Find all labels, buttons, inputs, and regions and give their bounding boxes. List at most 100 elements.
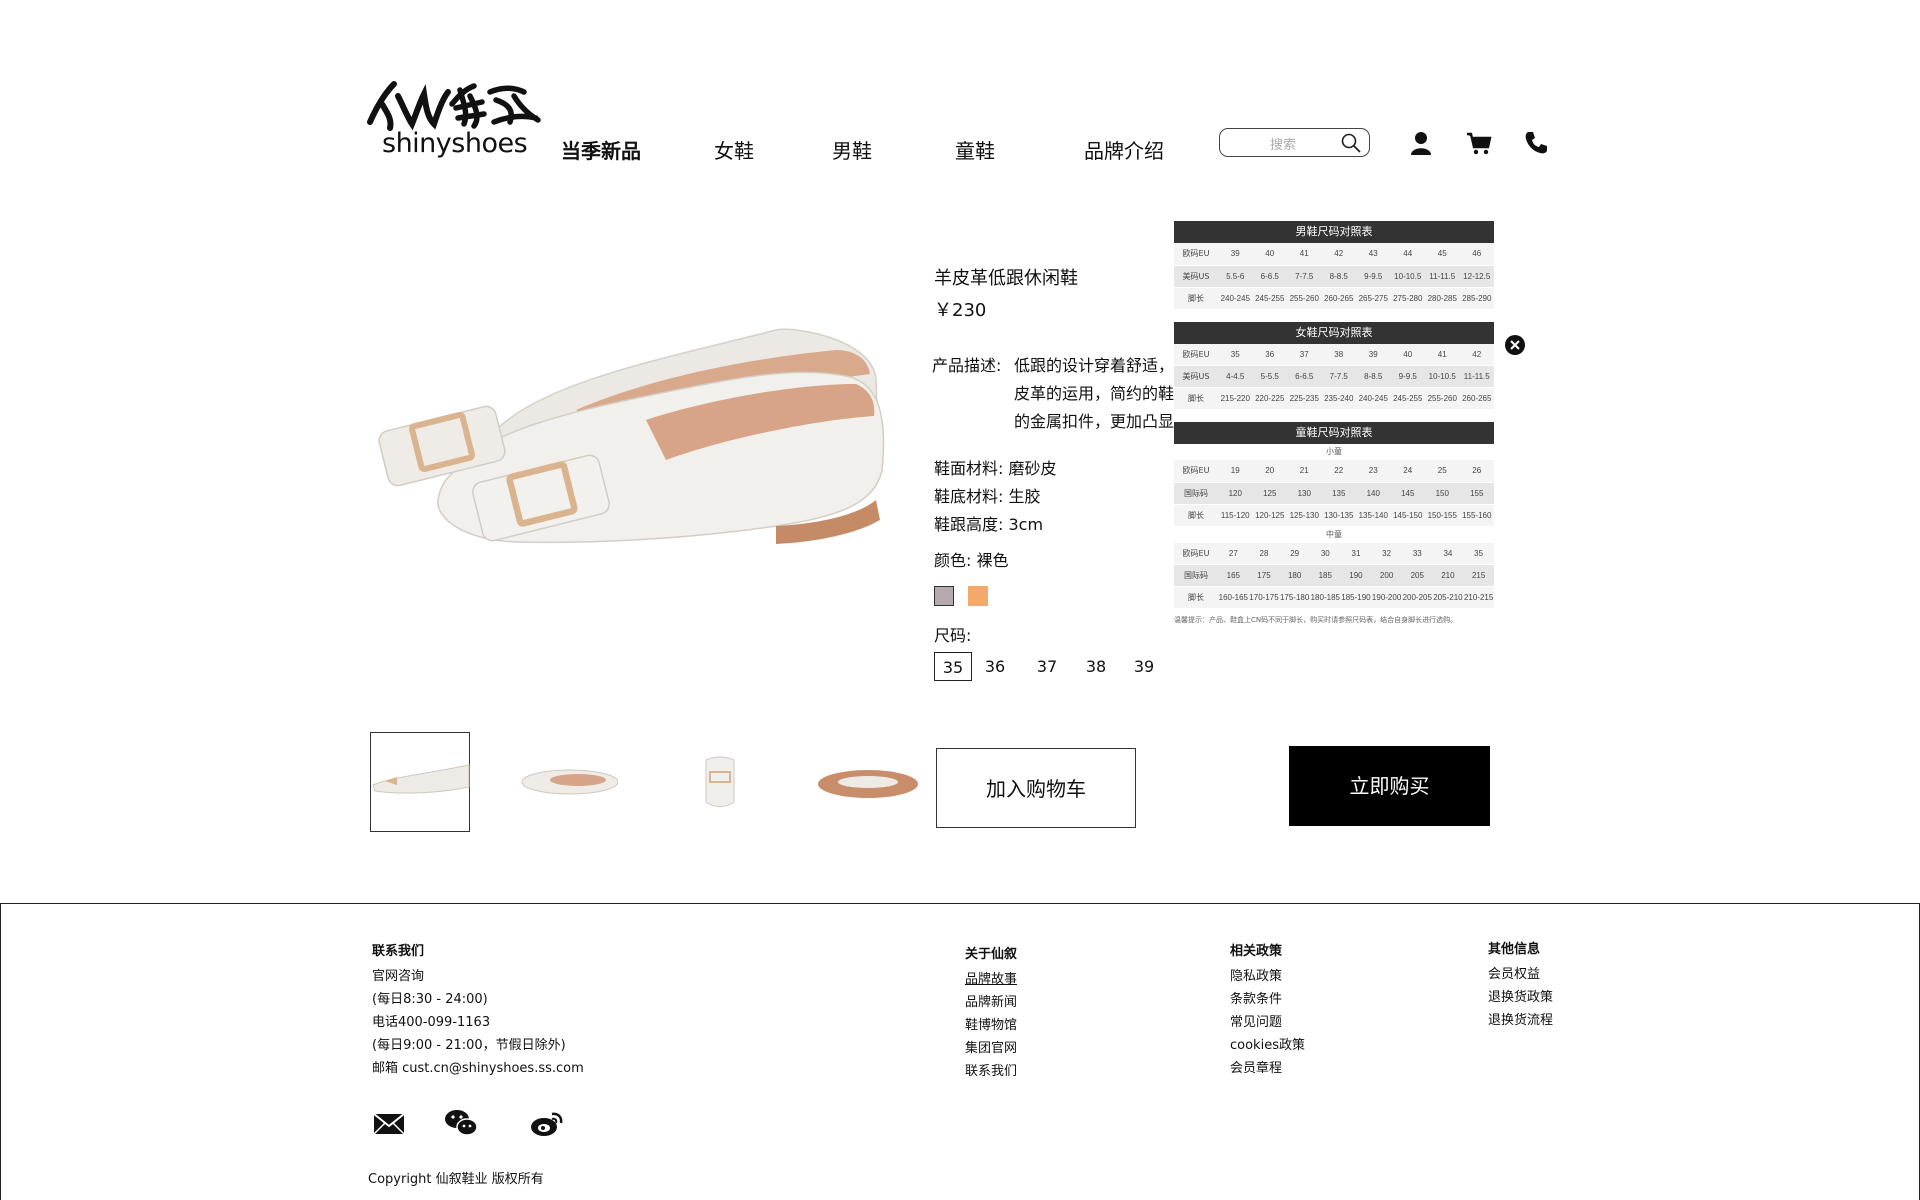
footer-link-brand-news[interactable]: 品牌新闻	[965, 991, 1017, 1014]
table-cell: 155-160	[1459, 504, 1494, 527]
size-option-35[interactable]: 35	[934, 652, 972, 681]
row-header: 脚长	[1174, 387, 1218, 410]
weibo-icon[interactable]	[530, 1108, 564, 1138]
table-cell: 25	[1425, 460, 1460, 483]
table-cell: 200	[1371, 564, 1402, 587]
table-cell: 130-135	[1321, 504, 1356, 527]
footer-contact-line: 官网咨询	[372, 969, 425, 984]
table-row: 国际码 120 125 130 135 140 145 150 155	[1174, 482, 1494, 505]
buy-now-button[interactable]: 立即购买	[1289, 746, 1490, 826]
nav-kids[interactable]: 童鞋	[955, 135, 995, 164]
footer-link-member-benefits[interactable]: 会员权益	[1488, 963, 1553, 986]
thumbnail-image	[705, 756, 735, 807]
table-cell: 150	[1425, 482, 1460, 505]
close-icon[interactable]	[1504, 334, 1526, 356]
table-cell: 135	[1321, 482, 1356, 505]
footer-contact: 联系我们 官网咨询 (每日8:30 - 24:00) 电话400-099-116…	[372, 940, 584, 1080]
wechat-icon[interactable]	[444, 1108, 478, 1138]
footer-link-return-policy[interactable]: 退换货政策	[1488, 986, 1553, 1009]
footer-other-title: 其他信息	[1488, 942, 1541, 957]
table-cell: 26	[1459, 460, 1494, 483]
table-cell: 225-235	[1287, 387, 1322, 410]
description-line: 皮革的运用，简约的鞋	[1014, 384, 1174, 403]
table-cell: 41	[1287, 243, 1322, 266]
table-row: 美码US 5.5-6 6-6.5 7-7.5 8-8.5 9-9.5 10-10.5 11-1…	[1174, 265, 1494, 288]
size-option-36[interactable]: 36	[982, 652, 1008, 681]
table-cell: 41	[1425, 343, 1460, 366]
table-cell: 260-265	[1459, 387, 1494, 410]
row-header: 国际码	[1174, 564, 1218, 587]
table-cell: 19	[1218, 460, 1253, 483]
table-cell: 40	[1390, 343, 1425, 366]
footer-link-contact-us[interactable]: 联系我们	[965, 1060, 1017, 1083]
thumbnail-front-view[interactable]	[670, 732, 770, 832]
table-cell: 35	[1218, 343, 1253, 366]
nav-women[interactable]: 女鞋	[714, 135, 754, 164]
table-cell: 42	[1321, 243, 1356, 266]
table-cell: 205-210	[1432, 586, 1464, 609]
row-header: 国际码	[1174, 482, 1218, 505]
nav-brand-intro[interactable]: 品牌介绍	[1084, 135, 1164, 164]
table-row: 国际码 165 175 180 185 190 200 205 210 215	[1174, 564, 1494, 587]
footer-link-cookies[interactable]: cookies政策	[1230, 1034, 1305, 1057]
heel-height: 鞋跟高度: 3cm	[934, 515, 1044, 534]
table-cell: 185-190	[1340, 586, 1372, 609]
table-cell: 210-215	[1463, 586, 1494, 609]
size-option-37[interactable]: 37	[1034, 652, 1060, 681]
footer-link-privacy[interactable]: 隐私政策	[1230, 965, 1305, 988]
nav-new-arrivals[interactable]: 当季新品	[561, 135, 641, 164]
footer-link-brand-story[interactable]: 品牌故事	[965, 968, 1017, 991]
table-cell: 175-180	[1279, 586, 1310, 609]
nav-men[interactable]: 男鞋	[832, 135, 872, 164]
table-cell: 10-10.5	[1390, 265, 1425, 288]
table-cell: 39	[1218, 243, 1253, 266]
footer-policy: 相关政策 隐私政策 条款条件 常见问题 cookies政策 会员章程	[1230, 940, 1305, 1080]
footer-policy-title: 相关政策	[1230, 944, 1283, 959]
upper-material: 鞋面材料: 磨砂皮	[934, 459, 1057, 478]
size-option-39[interactable]: 39	[1131, 652, 1157, 681]
table-cell: 40	[1252, 243, 1287, 266]
table-cell: 280-285	[1425, 287, 1460, 310]
product-main-image	[378, 328, 885, 544]
table-cell: 39	[1356, 343, 1391, 366]
table-cell: 9-9.5	[1390, 365, 1425, 388]
search-icon[interactable]	[1341, 133, 1361, 153]
table-cell: 10-10.5	[1425, 365, 1460, 388]
row-header: 欧码EU	[1174, 460, 1218, 483]
table-cell: 24	[1390, 460, 1425, 483]
table-cell: 260-265	[1321, 287, 1356, 310]
footer-link-terms[interactable]: 条款条件	[1230, 988, 1305, 1011]
table-row: 脚长 115-120 120-125 125-130 130-135 135-140 145…	[1174, 504, 1494, 527]
footer-link-membership-rules[interactable]: 会员章程	[1230, 1057, 1305, 1080]
footer-link-return-process[interactable]: 退换货流程	[1488, 1009, 1553, 1032]
sole-material: 鞋底材料: 生胶	[934, 487, 1041, 506]
thumbnail-top-view[interactable]	[518, 732, 619, 832]
footer-link-faq[interactable]: 常见问题	[1230, 1011, 1305, 1034]
footer-contact-line: (每日9:00 - 21:00，节假日除外)	[372, 1038, 566, 1053]
search-box[interactable]: 搜索	[1219, 128, 1370, 157]
table-cell: 28	[1248, 542, 1280, 565]
table-cell: 37	[1287, 343, 1322, 366]
table-row: 欧码EU 39 40 41 42 43 44 45 46	[1174, 243, 1494, 266]
phone-icon[interactable]	[1523, 130, 1549, 156]
kids-mid-label: 中童	[1326, 529, 1342, 539]
description-line: 的金属扣件，更加凸显	[1014, 412, 1174, 431]
table-cell: 155	[1459, 482, 1494, 505]
thumbnail-sole-view[interactable]	[818, 732, 918, 832]
row-header: 美码US	[1174, 365, 1218, 388]
cart-icon[interactable]	[1466, 130, 1492, 156]
user-icon[interactable]	[1408, 130, 1434, 156]
color-swatch-orange[interactable]	[968, 586, 988, 606]
brand-logo[interactable]: shinyshoes	[364, 74, 542, 160]
table-row: 欧码EU 27 28 29 30 31 32 33 34 35	[1174, 542, 1494, 565]
table-cell: 42	[1459, 343, 1494, 366]
footer-link-group-site[interactable]: 集团官网	[965, 1037, 1017, 1060]
footer-link-shoe-museum[interactable]: 鞋博物馆	[965, 1014, 1017, 1037]
size-option-38[interactable]: 38	[1083, 652, 1109, 681]
color-swatch-nude[interactable]	[934, 586, 954, 606]
size-chart-popup: 男鞋尺码对照表 欧码EU 39 40 41 42 43 44 45 46 美码US 5.5-6 6-…	[1174, 221, 1494, 625]
mail-icon[interactable]	[372, 1108, 406, 1138]
thumbnail-side-view[interactable]	[370, 732, 470, 832]
table-cell: 29	[1279, 542, 1310, 565]
add-to-cart-button[interactable]: 加入购物车	[936, 748, 1136, 828]
